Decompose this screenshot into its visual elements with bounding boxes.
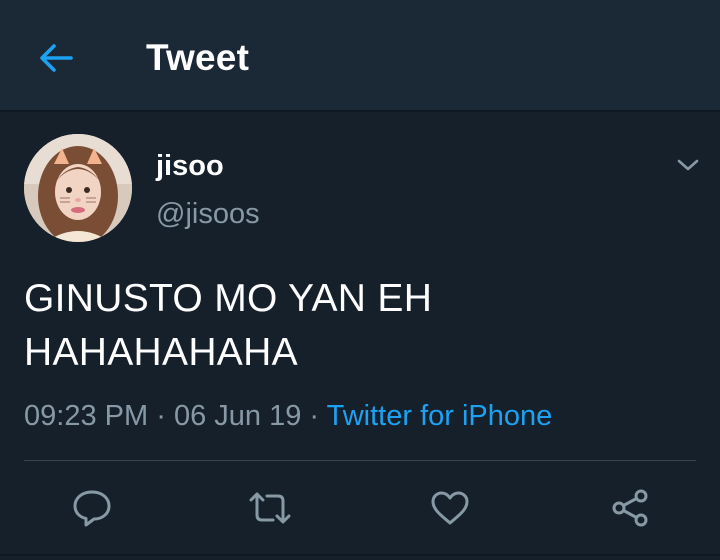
back-button[interactable]: [30, 34, 82, 82]
tweet-date: 06 Jun 19: [173, 400, 302, 432]
tweet-text-line: HAHAHAHAHA: [24, 331, 298, 374]
bottom-divider: [0, 554, 720, 556]
avatar[interactable]: [24, 134, 132, 242]
reply-icon: [73, 490, 111, 527]
tweet-menu-button[interactable]: [670, 150, 706, 180]
share-icon: [612, 489, 648, 527]
chevron-down-icon: [677, 159, 699, 171]
divider: [24, 460, 696, 461]
meta-separator: ·: [156, 400, 166, 432]
meta-separator: ·: [309, 400, 320, 432]
tweet-text-line: GINUSTO MO YAN EH: [24, 277, 433, 320]
retweet-icon: [249, 492, 291, 524]
like-button[interactable]: [426, 486, 474, 530]
reply-button[interactable]: [68, 486, 116, 530]
tweet-meta: 09:23 PM · 06 Jun 19 · Twitter for iPhon…: [24, 396, 552, 436]
tweet-text: GINUSTO MO YAN EH HAHAHAHAHA: [24, 272, 694, 380]
share-button[interactable]: [606, 486, 654, 530]
author-display-name[interactable]: jisoo: [156, 148, 224, 184]
tweet-source-link[interactable]: Twitter for iPhone: [327, 400, 553, 432]
profile-photo: [24, 134, 132, 242]
tweet-time: 09:23 PM: [24, 400, 149, 432]
page-title: Tweet: [146, 37, 250, 78]
top-bar: Tweet: [0, 0, 720, 112]
author-handle[interactable]: @jisoos: [156, 196, 260, 232]
heart-icon: [431, 491, 469, 525]
retweet-button[interactable]: [246, 486, 294, 530]
arrow-left-icon: [40, 44, 73, 72]
